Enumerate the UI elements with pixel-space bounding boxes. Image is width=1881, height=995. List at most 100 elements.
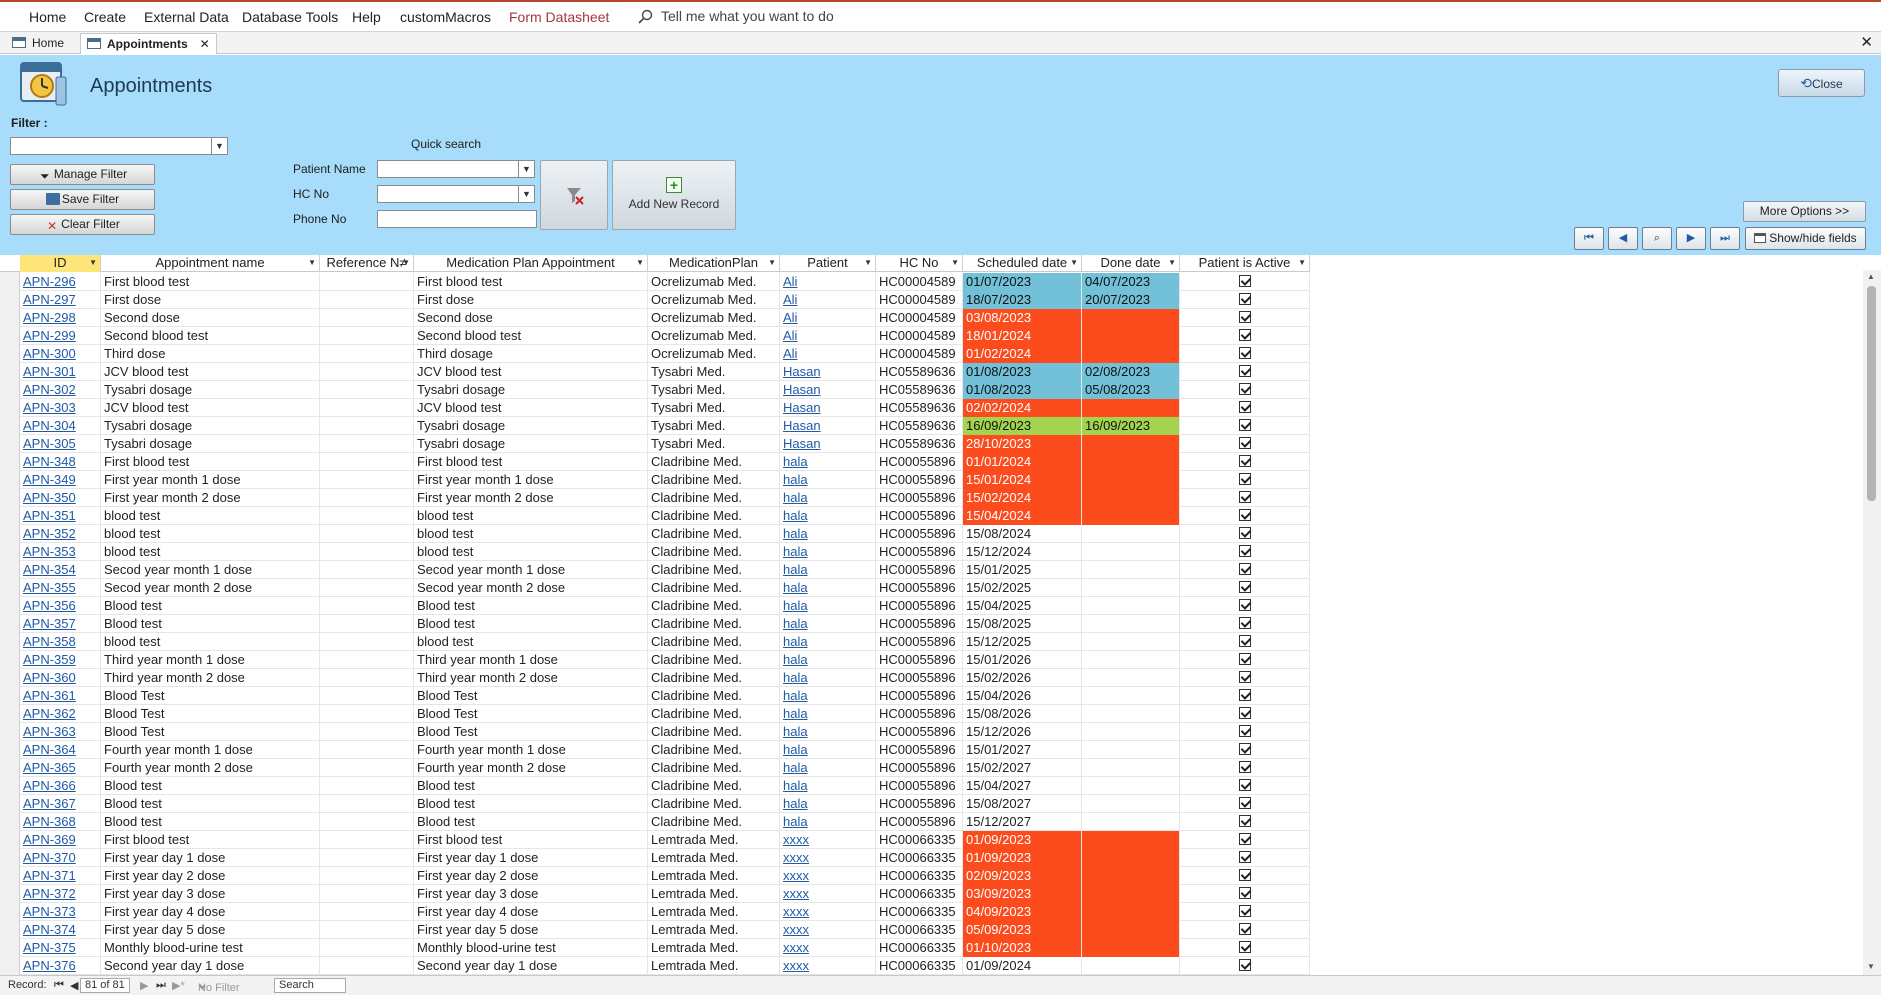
- active-checkbox[interactable]: [1238, 581, 1251, 593]
- active-checkbox[interactable]: [1238, 311, 1251, 323]
- cell-id[interactable]: APN-354: [20, 561, 101, 579]
- cell-id[interactable]: APN-351: [20, 507, 101, 525]
- table-row[interactable]: APN-301 JCV blood test JCV blood test Tysab…: [20, 363, 1310, 381]
- cell-patient-is-active[interactable]: [1180, 813, 1310, 831]
- table-row[interactable]: APN-303 JCV blood test JCV blood test Tysab…: [20, 399, 1310, 417]
- hc-no-select[interactable]: ▼: [377, 185, 535, 203]
- cell-patient-is-active[interactable]: [1180, 453, 1310, 471]
- active-checkbox[interactable]: [1238, 563, 1251, 575]
- table-row[interactable]: APN-363 Blood Test Blood Test Cladribine Me…: [20, 723, 1310, 741]
- table-row[interactable]: APN-352 blood test blood test Cladribine Me…: [20, 525, 1310, 543]
- cell-patient-is-active[interactable]: [1180, 723, 1310, 741]
- cell-id[interactable]: APN-372: [20, 885, 101, 903]
- cell-id[interactable]: APN-298: [20, 309, 101, 327]
- cell-id[interactable]: APN-367: [20, 795, 101, 813]
- cell-patient-is-active[interactable]: [1180, 885, 1310, 903]
- cell-patient[interactable]: Ali: [780, 327, 876, 345]
- sort-arrow-icon[interactable]: ▼: [864, 255, 872, 271]
- cell-patient-is-active[interactable]: [1180, 561, 1310, 579]
- cell-patient[interactable]: hala: [780, 489, 876, 507]
- cell-id[interactable]: APN-301: [20, 363, 101, 381]
- sort-arrow-icon[interactable]: ▼: [402, 255, 410, 271]
- save-filter-button[interactable]: Save Filter: [10, 189, 155, 210]
- active-checkbox[interactable]: [1238, 653, 1251, 665]
- cell-patient[interactable]: hala: [780, 597, 876, 615]
- cell-id[interactable]: APN-297: [20, 291, 101, 309]
- column-header-appointment-name[interactable]: Appointment name ▼: [101, 255, 320, 272]
- cell-patient[interactable]: hala: [780, 795, 876, 813]
- add-new-record-button[interactable]: + Add New Record: [612, 160, 736, 230]
- cell-patient-is-active[interactable]: [1180, 921, 1310, 939]
- cell-patient[interactable]: hala: [780, 579, 876, 597]
- cell-patient-is-active[interactable]: [1180, 777, 1310, 795]
- cell-id[interactable]: APN-296: [20, 273, 101, 291]
- cell-id[interactable]: APN-350: [20, 489, 101, 507]
- cell-patient-is-active[interactable]: [1180, 363, 1310, 381]
- scroll-down-icon[interactable]: ▼: [1867, 962, 1875, 971]
- cell-patient-is-active[interactable]: [1180, 309, 1310, 327]
- column-header-done-date[interactable]: Done date ▼: [1082, 255, 1180, 272]
- cell-patient-is-active[interactable]: [1180, 489, 1310, 507]
- table-row[interactable]: APN-350 First year month 2 dose First year…: [20, 489, 1310, 507]
- cell-patient-is-active[interactable]: [1180, 633, 1310, 651]
- active-checkbox[interactable]: [1238, 959, 1251, 971]
- active-checkbox[interactable]: [1238, 275, 1251, 287]
- cell-patient[interactable]: hala: [780, 669, 876, 687]
- table-row[interactable]: APN-365 Fourth year month 2 dose Fourth ye…: [20, 759, 1310, 777]
- table-row[interactable]: APN-356 Blood test Blood test Cladribine Me…: [20, 597, 1310, 615]
- sort-arrow-icon[interactable]: ▼: [951, 255, 959, 271]
- cell-patient-is-active[interactable]: [1180, 903, 1310, 921]
- cell-id[interactable]: APN-305: [20, 435, 101, 453]
- cell-id[interactable]: APN-355: [20, 579, 101, 597]
- sort-arrow-icon[interactable]: ▼: [308, 255, 316, 271]
- active-checkbox[interactable]: [1238, 509, 1251, 521]
- active-checkbox[interactable]: [1238, 689, 1251, 701]
- active-checkbox[interactable]: [1238, 833, 1251, 845]
- active-checkbox[interactable]: [1238, 473, 1251, 485]
- active-checkbox[interactable]: [1238, 869, 1251, 881]
- active-checkbox[interactable]: [1238, 527, 1251, 539]
- clear-quick-search-button[interactable]: [540, 160, 608, 230]
- clear-filter-button[interactable]: ✕ Clear Filter: [10, 214, 155, 235]
- table-row[interactable]: APN-366 Blood test Blood test Cladribine Me…: [20, 777, 1310, 795]
- column-header-patient[interactable]: Patient ▼: [780, 255, 876, 272]
- cell-patient[interactable]: hala: [780, 453, 876, 471]
- cell-id[interactable]: APN-352: [20, 525, 101, 543]
- cell-id[interactable]: APN-361: [20, 687, 101, 705]
- active-checkbox[interactable]: [1238, 887, 1251, 899]
- table-row[interactable]: APN-374 First year day 5 dose First year d…: [20, 921, 1310, 939]
- cell-patient-is-active[interactable]: [1180, 291, 1310, 309]
- table-row[interactable]: APN-348 First blood test First blood test C…: [20, 453, 1310, 471]
- sort-arrow-icon[interactable]: ▼: [1298, 255, 1306, 271]
- cell-patient-is-active[interactable]: [1180, 435, 1310, 453]
- active-checkbox[interactable]: [1238, 797, 1251, 809]
- cell-patient[interactable]: Ali: [780, 273, 876, 291]
- vertical-scrollbar[interactable]: ▲ ▼: [1863, 270, 1881, 975]
- table-row[interactable]: APN-358 blood test blood test Cladribine Me…: [20, 633, 1310, 651]
- table-row[interactable]: APN-305 Tysabri dosage Tysabri dosage Tysab…: [20, 435, 1310, 453]
- tell-me-search[interactable]: Tell me what you want to do: [638, 8, 834, 24]
- active-checkbox[interactable]: [1238, 617, 1251, 629]
- cell-id[interactable]: APN-375: [20, 939, 101, 957]
- cell-id[interactable]: APN-358: [20, 633, 101, 651]
- cell-id[interactable]: APN-304: [20, 417, 101, 435]
- cell-id[interactable]: APN-365: [20, 759, 101, 777]
- table-row[interactable]: APN-364 Fourth year month 1 dose Fourth ye…: [20, 741, 1310, 759]
- cell-id[interactable]: APN-303: [20, 399, 101, 417]
- active-checkbox[interactable]: [1238, 761, 1251, 773]
- cell-patient-is-active[interactable]: [1180, 939, 1310, 957]
- cell-patient[interactable]: Hasan: [780, 417, 876, 435]
- sort-arrow-icon[interactable]: ▼: [1070, 255, 1078, 271]
- cell-patient-is-active[interactable]: [1180, 849, 1310, 867]
- table-row[interactable]: APN-361 Blood Test Blood Test Cladribine Me…: [20, 687, 1310, 705]
- active-checkbox[interactable]: [1238, 851, 1251, 863]
- tab-appointments[interactable]: Appointments ✕: [80, 33, 217, 54]
- cell-patient-is-active[interactable]: [1180, 687, 1310, 705]
- active-checkbox[interactable]: [1238, 347, 1251, 359]
- cell-id[interactable]: APN-364: [20, 741, 101, 759]
- cell-patient-is-active[interactable]: [1180, 669, 1310, 687]
- menu-help[interactable]: Help: [352, 9, 381, 25]
- cell-patient[interactable]: Hasan: [780, 363, 876, 381]
- cell-patient-is-active[interactable]: [1180, 597, 1310, 615]
- table-row[interactable]: APN-349 First year month 1 dose First year…: [20, 471, 1310, 489]
